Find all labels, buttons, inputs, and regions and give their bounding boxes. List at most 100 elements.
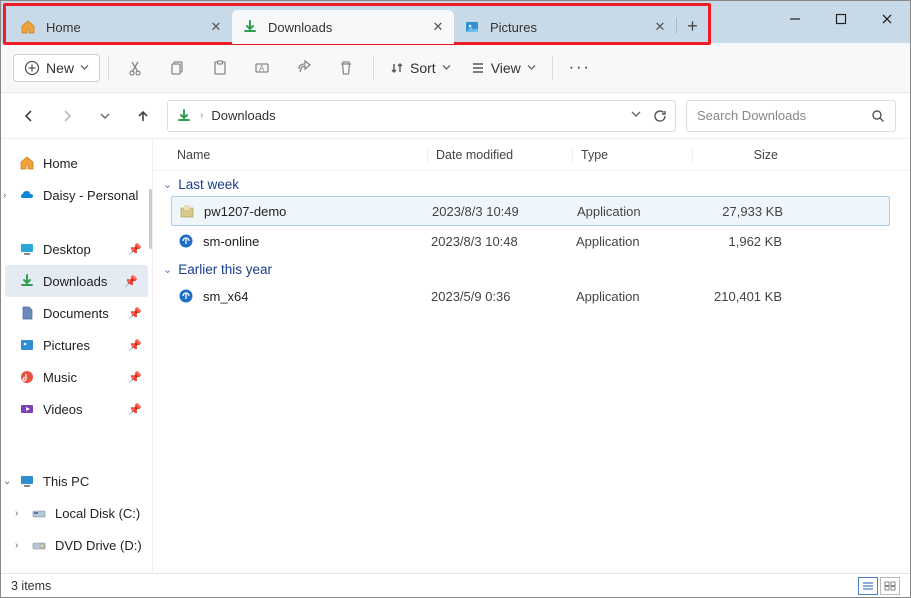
- pin-icon[interactable]: 📌: [128, 371, 142, 384]
- view-icon: [471, 61, 485, 75]
- new-button[interactable]: New: [13, 54, 100, 82]
- sidebar-item-downloads[interactable]: Downloads 📌: [5, 265, 148, 297]
- file-name: sm_x64: [203, 289, 431, 304]
- column-headers: Name Date modified Type Size: [153, 139, 910, 171]
- title-bar: Home ✕ Downloads ✕ Pictures ✕ +: [1, 1, 910, 43]
- thumbnails-view-button[interactable]: [880, 577, 900, 595]
- installer-icon: [178, 202, 196, 220]
- pictures-icon: [19, 337, 35, 353]
- file-type: Application: [576, 234, 696, 249]
- group-title: Last week: [178, 177, 239, 192]
- navigation-bar: › Downloads Search Downloads: [1, 93, 910, 139]
- sidebar-item-home[interactable]: Home: [1, 147, 152, 179]
- view-label: View: [491, 60, 521, 76]
- pin-icon[interactable]: 📌: [128, 243, 142, 256]
- column-date[interactable]: Date modified: [427, 148, 572, 162]
- chevron-down-icon[interactable]: ⌄: [3, 476, 11, 487]
- refresh-button[interactable]: [653, 109, 667, 123]
- documents-icon: [19, 305, 35, 321]
- chevron-right-icon[interactable]: ›: [3, 190, 6, 201]
- minimize-button[interactable]: [772, 1, 818, 37]
- search-input[interactable]: Search Downloads: [686, 100, 896, 132]
- chevron-down-icon: ⌄: [163, 178, 172, 191]
- file-row[interactable]: sm-online 2023/8/3 10:48 Application 1,9…: [153, 226, 910, 256]
- separator: [552, 56, 553, 80]
- file-row[interactable]: sm_x64 2023/5/9 0:36 Application 210,401…: [153, 281, 910, 311]
- close-icon[interactable]: ✕: [430, 19, 446, 35]
- sort-button[interactable]: Sort: [382, 56, 459, 80]
- maximize-button[interactable]: [818, 1, 864, 37]
- tabs-highlight-box: Home ✕ Downloads ✕ Pictures ✕ +: [3, 3, 711, 45]
- pictures-icon: [464, 19, 480, 35]
- close-window-button[interactable]: [864, 1, 910, 37]
- tab-home[interactable]: Home ✕: [10, 10, 232, 44]
- up-button[interactable]: [129, 102, 157, 130]
- delete-button[interactable]: [327, 51, 365, 85]
- group-header[interactable]: ⌄ Earlier this year: [153, 256, 910, 281]
- sidebar-item-documents[interactable]: Documents 📌: [1, 297, 152, 329]
- column-size[interactable]: Size: [692, 148, 782, 162]
- sidebar-item-music[interactable]: Music 📌: [1, 361, 152, 393]
- sidebar-item-dvd-drive[interactable]: › DVD Drive (D:): [1, 529, 152, 561]
- address-location[interactable]: Downloads: [211, 108, 275, 123]
- column-type[interactable]: Type: [572, 148, 692, 162]
- close-icon[interactable]: ✕: [652, 19, 668, 35]
- share-button[interactable]: [285, 51, 323, 85]
- pin-icon[interactable]: 📌: [124, 275, 138, 288]
- content-pane: Name Date modified Type Size ⌄ Last week…: [153, 139, 910, 573]
- tab-label: Home: [46, 20, 81, 35]
- toolbar: New A Sort View ···: [1, 43, 910, 93]
- pin-icon[interactable]: 📌: [128, 307, 142, 320]
- address-bar[interactable]: › Downloads: [167, 100, 676, 132]
- file-size: 27,933 KB: [697, 204, 783, 219]
- download-icon: [242, 19, 258, 35]
- svg-text:A: A: [259, 64, 265, 73]
- download-icon: [176, 108, 192, 124]
- app-icon: [177, 232, 195, 250]
- sidebar-item-pictures[interactable]: Pictures 📌: [1, 329, 152, 361]
- paste-button[interactable]: [201, 51, 239, 85]
- plus-circle-icon: [24, 60, 40, 76]
- sidebar-item-onedrive[interactable]: › Daisy - Personal: [1, 179, 152, 211]
- chevron-right-icon[interactable]: ›: [15, 508, 18, 519]
- sidebar-item-local-disk[interactable]: › Local Disk (C:): [1, 497, 152, 529]
- tab-downloads[interactable]: Downloads ✕: [232, 10, 454, 44]
- column-name[interactable]: Name: [177, 148, 427, 162]
- sidebar-item-label: Pictures: [43, 338, 90, 353]
- sidebar-item-desktop[interactable]: Desktop 📌: [1, 233, 152, 265]
- group-header[interactable]: ⌄ Last week: [153, 171, 910, 196]
- pin-icon[interactable]: 📌: [128, 403, 142, 416]
- new-label: New: [46, 60, 74, 76]
- chevron-down-icon: [442, 63, 451, 72]
- view-button[interactable]: View: [463, 56, 544, 80]
- close-icon[interactable]: ✕: [208, 19, 224, 35]
- cut-button[interactable]: [117, 51, 155, 85]
- sidebar-item-label: DVD Drive (D:): [55, 538, 142, 553]
- videos-icon: [19, 401, 35, 417]
- back-button[interactable]: [15, 102, 43, 130]
- address-dropdown[interactable]: [631, 109, 641, 123]
- file-row[interactable]: pw1207-demo 2023/8/3 10:49 Application 2…: [171, 196, 890, 226]
- sidebar-item-label: This PC: [43, 474, 89, 489]
- desktop-icon: [19, 241, 35, 257]
- chevron-right-icon[interactable]: ›: [15, 540, 18, 551]
- sidebar-item-label: Home: [43, 156, 78, 171]
- rename-button[interactable]: A: [243, 51, 281, 85]
- chevron-right-icon[interactable]: ›: [200, 110, 203, 121]
- more-button[interactable]: ···: [561, 51, 599, 85]
- status-bar: 3 items: [1, 573, 910, 597]
- forward-button[interactable]: [53, 102, 81, 130]
- pin-icon[interactable]: 📌: [128, 339, 142, 352]
- tab-pictures[interactable]: Pictures ✕: [454, 10, 676, 44]
- separator: [373, 56, 374, 80]
- copy-button[interactable]: [159, 51, 197, 85]
- music-icon: [19, 369, 35, 385]
- file-date: 2023/8/3 10:49: [432, 204, 577, 219]
- new-tab-button[interactable]: +: [676, 18, 708, 34]
- chevron-down-icon: ⌄: [163, 263, 172, 276]
- details-view-button[interactable]: [858, 577, 878, 595]
- tab-label: Pictures: [490, 20, 537, 35]
- sidebar-item-videos[interactable]: Videos 📌: [1, 393, 152, 425]
- sidebar-item-thispc[interactable]: ⌄ This PC: [1, 465, 152, 497]
- recent-dropdown[interactable]: [91, 102, 119, 130]
